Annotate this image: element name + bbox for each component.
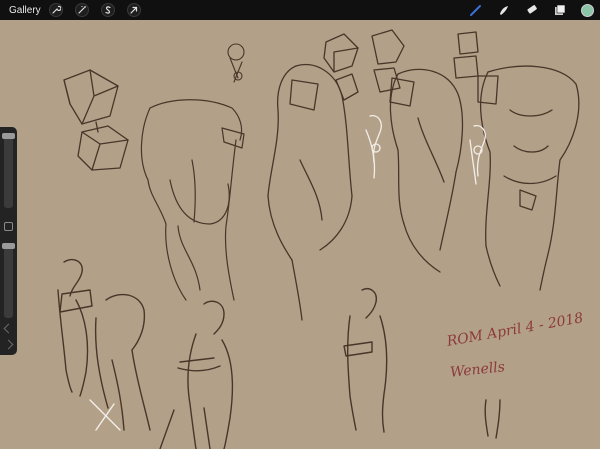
arrow-cursor-icon xyxy=(130,6,137,14)
eraser-icon[interactable] xyxy=(525,3,539,17)
opacity-thumb[interactable] xyxy=(2,243,15,249)
white-anatomy-sketch xyxy=(365,115,486,185)
magic-wand-icon xyxy=(78,5,86,14)
color-swatch-button[interactable] xyxy=(581,3,594,17)
modify-button[interactable] xyxy=(4,222,13,231)
cube-group-center xyxy=(323,29,479,101)
rear-torso-sketch xyxy=(140,99,245,301)
wrench-icon xyxy=(52,5,61,14)
brush-sidebar xyxy=(0,127,17,355)
actions-button[interactable] xyxy=(48,3,63,17)
transform-button[interactable] xyxy=(126,3,141,17)
top-toolbar: Gallery xyxy=(0,0,600,20)
drawing-canvas[interactable]: ROM April 4 - 2018 Wenells xyxy=(0,20,600,449)
cube-sketch xyxy=(63,69,129,171)
front-torso-sketch-2 xyxy=(477,65,580,291)
sketch-artwork xyxy=(57,29,580,449)
brush-size-thumb[interactable] xyxy=(2,133,15,139)
small-object-sketch xyxy=(227,43,245,83)
gallery-button[interactable]: Gallery xyxy=(9,5,41,16)
brush-icon[interactable] xyxy=(469,3,483,17)
front-torso-sketch xyxy=(389,68,464,273)
layers-icon[interactable] xyxy=(553,3,567,17)
selection-s-icon xyxy=(105,6,111,14)
people-sketches-left xyxy=(57,258,151,431)
person-sketch-middle xyxy=(159,300,234,449)
opacity-slider[interactable] xyxy=(4,243,13,318)
redo-button[interactable] xyxy=(3,339,14,350)
right-tool-group xyxy=(469,0,594,20)
brush-size-slider[interactable] xyxy=(4,133,13,208)
side-torso-sketch xyxy=(267,63,353,321)
undo-button[interactable] xyxy=(3,323,14,334)
selection-button[interactable] xyxy=(100,3,115,17)
adjustments-button[interactable] xyxy=(74,3,89,17)
smudge-icon[interactable] xyxy=(497,3,511,17)
